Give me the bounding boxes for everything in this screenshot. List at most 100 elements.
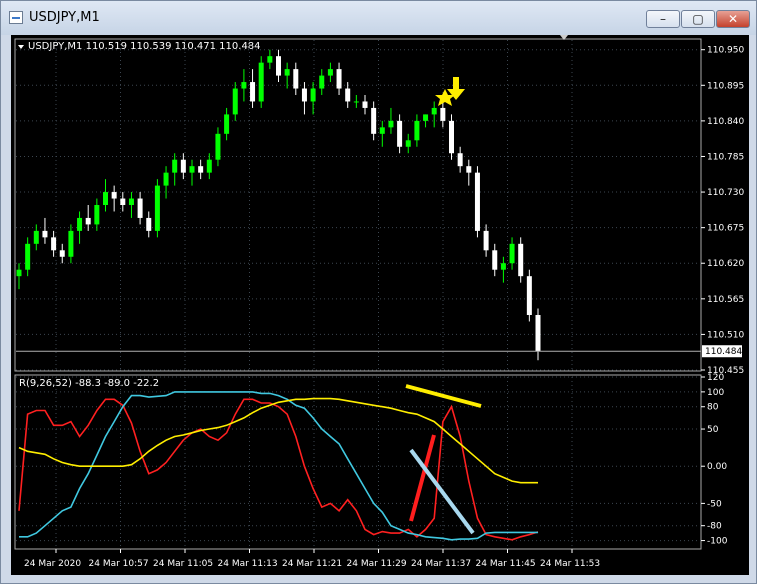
candle-body <box>345 88 351 102</box>
candle-body <box>405 140 411 147</box>
candle-body <box>94 205 100 225</box>
price-axis-label: 110.675 <box>707 224 744 234</box>
price-axis-label: 110.895 <box>707 81 744 91</box>
candle-body <box>388 120 394 128</box>
current-price-text: 110.484 <box>705 347 742 357</box>
price-axis-label: 110.620 <box>707 259 744 269</box>
candle-body <box>353 101 359 103</box>
minimize-button[interactable]: – <box>646 10 680 28</box>
price-panel-frame <box>14 38 702 372</box>
candle-body <box>509 243 515 264</box>
candle-body <box>440 107 446 121</box>
candle-body <box>189 166 195 173</box>
time-axis-label: 24 Mar 11:29 <box>347 559 407 569</box>
symbol-dropdown-icon[interactable] <box>18 45 24 49</box>
candle-body <box>111 192 117 199</box>
candle-body <box>526 276 532 315</box>
time-axis: 24 Mar 2020 24 Mar 10:57 24 Mar 11:05 24 Ma… <box>24 549 600 569</box>
candle-body <box>535 315 541 352</box>
chart-svg[interactable]: USDJPY,M1 110.519 110.539 110.471 110.48… <box>11 35 749 575</box>
indicator-axis-label: -80 <box>707 522 722 532</box>
candle-body <box>33 230 39 244</box>
candle-body <box>466 166 472 173</box>
arrow-down-icon-stem <box>453 77 459 91</box>
price-axis-label: 110.950 <box>707 46 744 56</box>
price-axis-label: 110.785 <box>707 152 744 162</box>
candle-body <box>397 120 403 147</box>
candle-body <box>224 114 230 134</box>
candle-body <box>267 56 273 63</box>
candle-body <box>301 88 307 102</box>
candle-body <box>120 198 126 205</box>
candle-body <box>59 250 65 257</box>
candle-body <box>146 217 152 231</box>
candle-body <box>483 230 489 251</box>
time-axis-label: 24 Mar 11:13 <box>218 559 278 569</box>
time-axis-label: 24 Mar 11:37 <box>411 559 471 569</box>
indicator-axis-label: 0.00 <box>707 462 727 472</box>
price-axis-label: 110.730 <box>707 188 744 198</box>
time-axis-label: 24 Mar 11:21 <box>282 559 342 569</box>
indicator-axis: 120 100 80 50 0.00 -50 -80 -100 <box>701 373 728 547</box>
candle-body <box>379 127 385 134</box>
close-button[interactable]: ✕ <box>716 10 750 28</box>
chart-area[interactable]: USDJPY,M1 110.519 110.539 110.471 110.48… <box>11 35 749 575</box>
candle-body <box>128 198 134 205</box>
indicator-axis-label: 100 <box>707 388 724 398</box>
candle-body <box>215 133 221 160</box>
candle-body <box>16 269 22 277</box>
time-axis-label: 24 Mar 11:05 <box>153 559 213 569</box>
time-axis-label: 24 Mar 10:57 <box>89 559 149 569</box>
candle-body <box>42 230 48 238</box>
candle-body <box>103 192 108 205</box>
candle-body <box>51 237 57 251</box>
candle-body <box>68 230 74 257</box>
candle-body <box>518 243 524 277</box>
candle-body <box>310 88 316 102</box>
indicator-axis-label: 50 <box>707 425 719 435</box>
candle-body <box>431 107 437 115</box>
maximize-button[interactable]: ▢ <box>681 10 715 28</box>
candle-body <box>77 217 83 231</box>
indicator-axis-label: 80 <box>707 403 719 413</box>
candle-body <box>362 101 368 108</box>
candle-body <box>172 159 178 173</box>
price-axis: 110.950 110.895 110.840 110.785 110.730 110.6… <box>701 46 744 376</box>
candles <box>16 49 541 361</box>
sell-signal-annotation <box>435 77 465 106</box>
time-axis-label: 24 Mar 11:45 <box>476 559 536 569</box>
candle-body <box>474 172 480 231</box>
indicator-axis-label: -100 <box>707 537 728 547</box>
candle-body <box>423 114 429 121</box>
window-title: USDJPY,M1 <box>29 10 100 25</box>
candle-body <box>258 62 264 102</box>
time-axis-label: 24 Mar 11:53 <box>540 559 600 569</box>
candle-body <box>319 75 325 89</box>
candle-body <box>336 69 342 89</box>
candle-body <box>232 88 238 115</box>
candle-body <box>276 56 281 76</box>
price-axis-label: 110.510 <box>707 330 744 340</box>
candle-body <box>137 198 143 218</box>
candle-body <box>492 250 498 270</box>
candle-body <box>85 217 91 225</box>
candle-body <box>180 159 186 173</box>
candle-body <box>241 82 247 89</box>
candle-body <box>500 263 506 270</box>
price-axis-label: 110.565 <box>707 295 744 305</box>
candle-body <box>371 107 377 134</box>
candle-body <box>327 69 333 76</box>
candle-body <box>250 82 256 102</box>
candle-body <box>449 120 454 154</box>
indicator-axis-label: 120 <box>707 373 724 383</box>
time-axis-label: 24 Mar 2020 <box>24 559 81 569</box>
candle-body <box>414 120 420 141</box>
candle-body <box>163 172 169 186</box>
price-grid <box>16 40 701 371</box>
candle-body <box>293 69 299 89</box>
candle-body <box>457 153 463 167</box>
candle-body <box>25 243 31 270</box>
indicator-info-line: R(9,26,52) -88.3 -89.0 -22.2 <box>19 378 159 389</box>
chart-window-icon <box>9 11 23 24</box>
title-bar[interactable]: USDJPY,M1 – ▢ ✕ <box>1 1 756 35</box>
